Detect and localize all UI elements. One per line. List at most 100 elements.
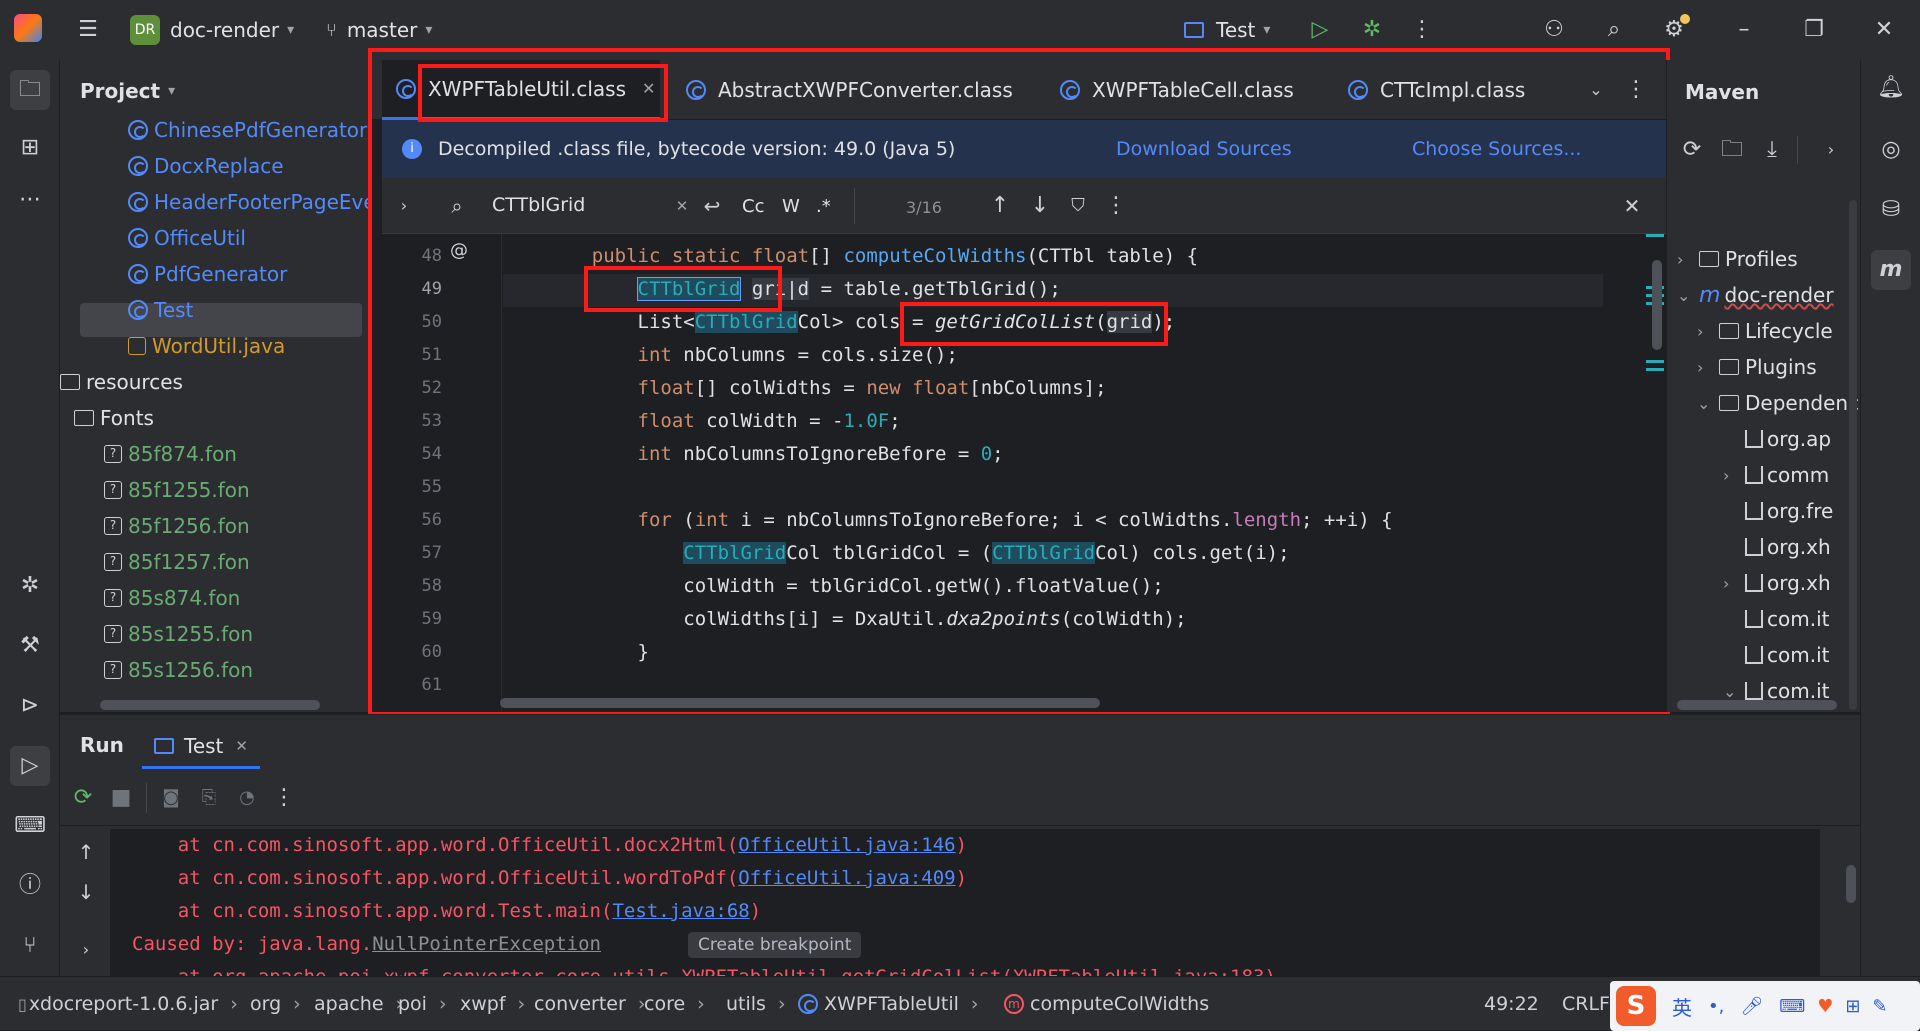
scroll-up-icon[interactable]: ↑ — [74, 839, 98, 865]
branch-switcher[interactable]: ⑂ master ▾ — [326, 12, 432, 48]
maven-tree-item[interactable]: › Profiles — [1677, 242, 1798, 276]
run-more-icon[interactable]: ⋮ — [272, 783, 296, 813]
breadcrumb-item[interactable]: ▯ xdocreport-1.0.6.jar › — [18, 977, 238, 1031]
ime-settings-icon[interactable]: ✎ — [1872, 996, 1887, 1017]
close-window-icon[interactable]: ✕ — [1870, 16, 1898, 44]
breadcrumb-item[interactable]: XWPFTableUtil › — [798, 977, 979, 1031]
project-panel-header[interactable]: Project ▾ — [80, 76, 175, 106]
run-tool-icon[interactable]: ▷ — [10, 746, 50, 786]
more-actions-icon[interactable]: ⋮ — [1408, 16, 1436, 44]
maven-tree-item[interactable]: com.it — [1723, 638, 1829, 672]
problems-icon[interactable]: ⓘ — [10, 866, 50, 906]
download-icon[interactable]: ⤓ — [1757, 136, 1787, 164]
maven-tree-item[interactable]: › Plugins — [1697, 350, 1817, 384]
tree-item[interactable]: ? 85s1256.fon — [104, 653, 253, 687]
console-output[interactable]: at cn.com.sinosoft.app.word.OfficeUtil.d… — [110, 829, 1820, 977]
caret-position[interactable]: 49:22 — [1484, 977, 1539, 1031]
exception-link[interactable]: NullPointerException — [372, 933, 601, 955]
ai-assistant-icon[interactable]: ◎ — [1871, 130, 1911, 170]
expand-icon[interactable]: › — [74, 937, 98, 963]
project-switcher[interactable]: DR doc-render ▾ — [130, 12, 294, 48]
breadcrumb-item[interactable]: core › — [644, 977, 705, 1031]
tree-item[interactable]: PdfGenerator — [128, 257, 287, 291]
maven-tool-icon[interactable]: m — [1871, 250, 1911, 290]
punctuation-icon[interactable]: •, — [1708, 996, 1724, 1017]
tree-item[interactable]: ? 85f1257.fon — [104, 545, 250, 579]
tree-item[interactable]: ChinesePdfGenerator — [128, 113, 367, 147]
maven-hscrollbar[interactable] — [1677, 700, 1837, 710]
source-link[interactable]: Test.java:68 — [612, 900, 749, 922]
reload-icon[interactable]: ⟳ — [1677, 136, 1707, 164]
maven-tree-item[interactable]: › Lifecycle — [1697, 314, 1833, 348]
services-icon[interactable]: ⊳ — [10, 686, 50, 726]
maven-tree-item[interactable]: ⌄ m doc-render — [1677, 278, 1834, 312]
maven-tree-item[interactable]: com.it — [1723, 602, 1829, 636]
chevron-icon[interactable]: › — [1677, 250, 1699, 269]
maven-tree-item[interactable]: org.fre — [1723, 494, 1833, 528]
run-tab-test[interactable]: Test ✕ — [142, 725, 260, 769]
tree-item[interactable]: ? 85f874.fon — [104, 437, 237, 471]
breadcrumb-item[interactable]: utils › — [726, 977, 786, 1031]
tree-item[interactable]: Fonts — [74, 401, 154, 435]
breadcrumb-item[interactable]: poi › — [398, 977, 447, 1031]
maven-tree-item[interactable]: org.ap — [1723, 422, 1831, 456]
ime-toolbar[interactable]: S 英 •, 🎤︎ ⌨ ♥ ⊞ ✎ — [1610, 981, 1920, 1031]
tree-item[interactable]: ? 85s1255.fon — [104, 617, 253, 651]
tree-item[interactable]: ? 85s874.fon — [104, 581, 240, 615]
chevron-icon[interactable]: › — [1697, 358, 1719, 377]
chevron-icon[interactable]: ⌄ — [1723, 682, 1745, 701]
breadcrumb-item[interactable]: converter › — [534, 977, 645, 1031]
maven-vscrollbar[interactable] — [1849, 200, 1857, 710]
project-tool-icon[interactable]: 🗀 — [10, 70, 50, 110]
tree-item[interactable]: HeaderFooterPageEvent — [128, 185, 396, 219]
more-tools-icon[interactable]: ⋯ — [10, 180, 50, 220]
tree-item[interactable]: WordUtil.java — [128, 329, 285, 363]
console-vscrollbar[interactable] — [1846, 865, 1856, 903]
maven-tree-item[interactable]: ›con — [1749, 710, 1829, 712]
breadcrumb-item[interactable]: apache › — [314, 977, 403, 1031]
breadcrumb-item[interactable]: m computeColWidths — [1004, 977, 1209, 1031]
git-icon[interactable]: ⑂ — [10, 926, 50, 966]
skin-icon[interactable]: ♥ — [1817, 996, 1833, 1017]
search-icon[interactable]: ⌕ — [1600, 16, 1628, 44]
database-icon[interactable]: ⛁ — [1871, 190, 1911, 230]
build-tool-icon[interactable]: ⚒ — [10, 626, 50, 666]
tree-item[interactable]: resources — [60, 365, 183, 399]
ime-language[interactable]: 英 — [1672, 992, 1692, 1021]
structure-icon[interactable]: ⊞ — [10, 128, 50, 168]
chevron-icon[interactable]: › — [1697, 322, 1719, 341]
main-menu-icon[interactable]: ☰ — [74, 16, 102, 44]
source-link[interactable]: OfficeUtil.java:409 — [738, 867, 955, 889]
tree-item[interactable]: ? 85f1255.fon — [104, 473, 250, 507]
breadcrumb-item[interactable]: org › — [250, 977, 301, 1031]
export-icon[interactable]: ⎘ — [194, 783, 224, 813]
chevron-icon[interactable]: ⌄ — [1697, 394, 1719, 413]
tree-item[interactable]: ? 85f1256.fon — [104, 509, 250, 543]
maven-tree-item[interactable]: › comm — [1723, 458, 1829, 492]
terminal-icon[interactable]: ⌨ — [10, 806, 50, 846]
stop-icon[interactable]: ■ — [106, 783, 136, 813]
project-hscrollbar[interactable] — [100, 700, 320, 710]
line-separator[interactable]: CRLF — [1562, 977, 1610, 1031]
maven-tree-item[interactable]: › org.xh — [1723, 566, 1831, 600]
rerun-icon[interactable]: ⟳ — [68, 783, 98, 813]
close-tab-icon[interactable]: ✕ — [235, 737, 248, 755]
run-config-selector[interactable]: Test ▾ — [1184, 12, 1270, 48]
scroll-down-icon[interactable]: ↓ — [74, 879, 98, 905]
restore-icon[interactable]: ❐ — [1800, 16, 1828, 44]
tree-item[interactable]: Test — [128, 293, 193, 327]
chevron-icon[interactable]: ⌄ — [1677, 286, 1699, 305]
breadcrumb-item[interactable]: xwpf › — [460, 977, 525, 1031]
create-breakpoint-tooltip[interactable]: Create breakpoint — [688, 932, 862, 958]
minimize-icon[interactable]: – — [1730, 16, 1758, 44]
debug-tool-icon[interactable]: ✲ — [10, 566, 50, 606]
debug-icon[interactable]: ✲ — [1358, 16, 1386, 44]
run-icon[interactable]: ▷ — [1306, 16, 1334, 44]
maven-more-icon[interactable]: › — [1817, 136, 1845, 164]
profiler-icon[interactable]: ◔ — [232, 783, 262, 813]
maven-tree-item[interactable]: org.xh — [1723, 530, 1831, 564]
microphone-icon[interactable]: 🎤︎ — [1740, 996, 1763, 1017]
add-maven-project-icon[interactable]: 🗀 — [1717, 136, 1747, 164]
chevron-icon[interactable]: › — [1723, 574, 1745, 593]
notifications-icon[interactable]: 🔔︎ — [1871, 68, 1911, 108]
